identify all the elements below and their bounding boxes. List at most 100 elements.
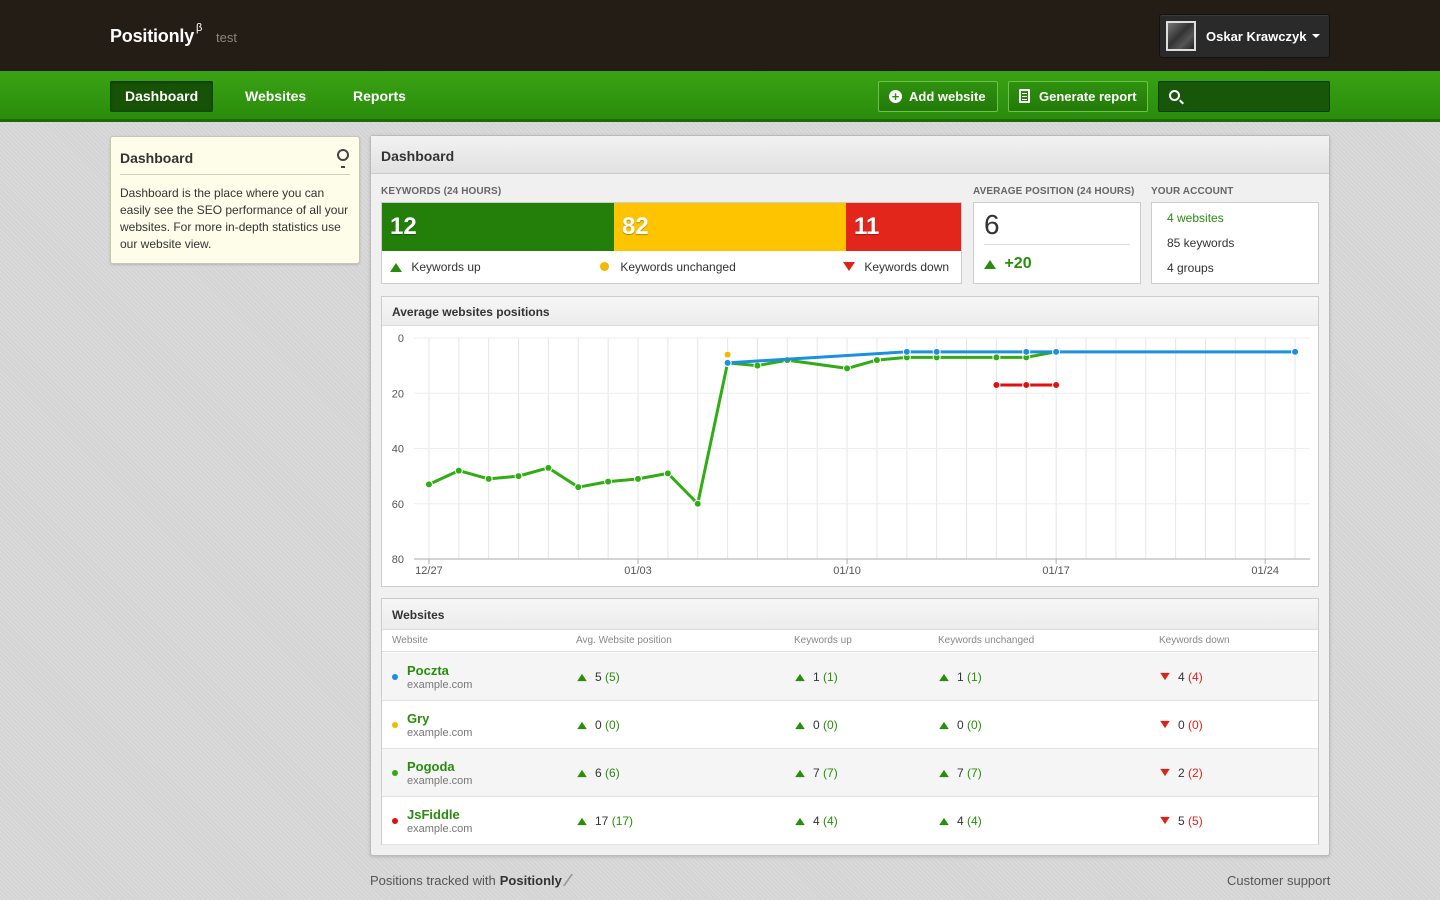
column-header-keywords-up[interactable]: Keywords up [794, 635, 852, 646]
nav-websites[interactable]: Websites [230, 81, 321, 112]
arrow-down-icon [1160, 720, 1170, 729]
website-name-link[interactable]: Pogoda [407, 759, 455, 774]
lightbulb-icon[interactable] [337, 149, 349, 168]
column-header-keywords-unchanged[interactable]: Keywords unchanged [938, 635, 1034, 646]
avg-position-value: 5 [595, 670, 602, 684]
data-point-jsfiddle [454, 466, 463, 475]
keywords-unchanged-change: (0) [967, 718, 982, 732]
account-box: 4 websites 85 keywords 4 groups [1151, 202, 1319, 284]
avg-position-cell: 17 (17) [576, 814, 633, 828]
website-url: example.com [407, 679, 473, 691]
average-change-value: +20 [1004, 255, 1032, 272]
arrow-up-icon [795, 721, 805, 730]
column-header-website[interactable]: Website [392, 635, 428, 646]
website-name-link[interactable]: JsFiddle [407, 807, 460, 822]
keywords-up-cell: 0 (0) [794, 718, 838, 732]
data-point-jsfiddle [843, 364, 852, 373]
add-website-label: Add website [909, 89, 986, 104]
keywords-down-value: 5 [1178, 814, 1185, 828]
column-header-keywords-down[interactable]: Keywords down [1159, 635, 1230, 646]
panel-header: Dashboard [371, 136, 1329, 174]
keywords-down-value: 4 [1178, 670, 1185, 684]
website-url: example.com [407, 727, 473, 739]
data-point-jsfiddle [514, 472, 523, 481]
nav-reports[interactable]: Reports [338, 81, 421, 112]
avg-position-cell: 6 (6) [576, 766, 620, 780]
arrow-up-icon [577, 721, 587, 730]
arrow-up-icon [577, 817, 587, 826]
account-subtitle: test [216, 30, 237, 45]
keywords-down-change: (0) [1188, 718, 1203, 732]
keywords-down-cell: 2 (2) [1159, 766, 1203, 780]
series-color-dot [392, 674, 398, 680]
brand-beta: β [196, 22, 203, 34]
table-row[interactable]: JsFiddle example.com 17 (17) 4 (4) 4 (4) 5 (5… [382, 797, 1318, 845]
account-websites-link[interactable]: 4 websites [1167, 211, 1224, 225]
data-point-jsfiddle [574, 483, 583, 492]
user-menu[interactable]: Oskar Krawczyk [1159, 14, 1330, 58]
y-tick-label: 60 [392, 499, 404, 511]
arrow-down-icon [843, 262, 855, 271]
data-point-jsfiddle [424, 480, 433, 489]
keywords-unchanged-value: 4 [957, 814, 964, 828]
help-text: Dashboard is the place where you can eas… [120, 186, 349, 251]
data-point-poczta [723, 358, 732, 367]
keywords-up-change: (7) [823, 766, 838, 780]
y-tick-label: 20 [392, 388, 404, 400]
search-input[interactable] [1189, 86, 1324, 108]
keywords-up-change: (1) [823, 670, 838, 684]
arrow-up-icon [939, 817, 949, 826]
chart-plot[interactable]: 0 20 40 60 80 12/27 01/03 01/10 01/17 01/24 [382, 326, 1318, 586]
avg-position-value: 6 [595, 766, 602, 780]
websites-table: Websites Website Avg. Website position K… [381, 598, 1319, 845]
data-point-jsfiddle [693, 499, 702, 508]
table-row[interactable]: Poczta example.com 5 (5) 1 (1) 1 (1) 4 (4) [382, 653, 1318, 701]
table-row[interactable]: Gry example.com 0 (0) 0 (0) 0 (0) 0 (0) [382, 701, 1318, 749]
arrow-up-icon [577, 673, 587, 682]
keywords-up-value: 4 [813, 814, 820, 828]
search-icon [1169, 90, 1180, 101]
table-header: Websites [382, 599, 1318, 630]
keywords-unchanged-cell: 0 (0) [938, 718, 982, 732]
data-point-jsfiddle [604, 477, 613, 486]
keywords-down-change: (5) [1188, 814, 1203, 828]
footer-credits: Positions tracked with Positionly [370, 873, 584, 888]
series-color-dot [392, 818, 398, 824]
table-row[interactable]: Pogoda example.com 6 (6) 7 (7) 7 (7) 2 (2) [382, 749, 1318, 797]
arrow-down-icon [1160, 816, 1170, 825]
data-point-jsfiddle [544, 463, 553, 472]
top-bar: Positionly β test Oskar Krawczyk [0, 0, 1440, 71]
column-header-avg-position[interactable]: Avg. Website position [576, 635, 672, 646]
keywords-up-value: 0 [813, 718, 820, 732]
data-point-jsfiddle [872, 356, 881, 365]
data-point-poczta [1022, 347, 1031, 356]
feather-icon [562, 874, 584, 886]
keywords-down-cell: 5 (5) [1159, 814, 1203, 828]
website-name-link[interactable]: Gry [407, 711, 429, 726]
x-tick-label: 01/03 [624, 565, 652, 577]
keywords-unchanged-change: (4) [967, 814, 982, 828]
legend-unchanged-label: Keywords unchanged [620, 260, 736, 274]
avg-position-value: 17 [595, 814, 609, 828]
keywords-up-cell: 7 (7) [794, 766, 838, 780]
avg-position-change: (6) [605, 766, 620, 780]
avg-position-change: (17) [611, 814, 634, 828]
customer-support-link[interactable]: Customer support [1227, 873, 1330, 888]
y-tick-label: 0 [398, 333, 404, 345]
chevron-down-icon [1312, 34, 1320, 38]
nav-dashboard[interactable]: Dashboard [110, 81, 214, 112]
arrow-up-icon [939, 673, 949, 682]
avg-position-cell: 5 (5) [576, 670, 620, 684]
keywords-down-value: 0 [1178, 718, 1185, 732]
brand-logo[interactable]: Positionly β [110, 22, 202, 47]
generate-report-button[interactable]: Generate report [1008, 81, 1148, 112]
footer-brand[interactable]: Positionly [500, 873, 562, 888]
data-point-pogoda [1052, 380, 1061, 389]
data-point-jsfiddle [663, 469, 672, 478]
website-name-link[interactable]: Poczta [407, 663, 449, 678]
add-website-button[interactable]: + Add website [878, 81, 998, 112]
legend-keywords-unchanged: Keywords unchanged [600, 260, 736, 274]
data-point-jsfiddle [992, 353, 1001, 362]
search-box[interactable] [1158, 81, 1330, 112]
arrow-down-icon [1160, 672, 1170, 681]
